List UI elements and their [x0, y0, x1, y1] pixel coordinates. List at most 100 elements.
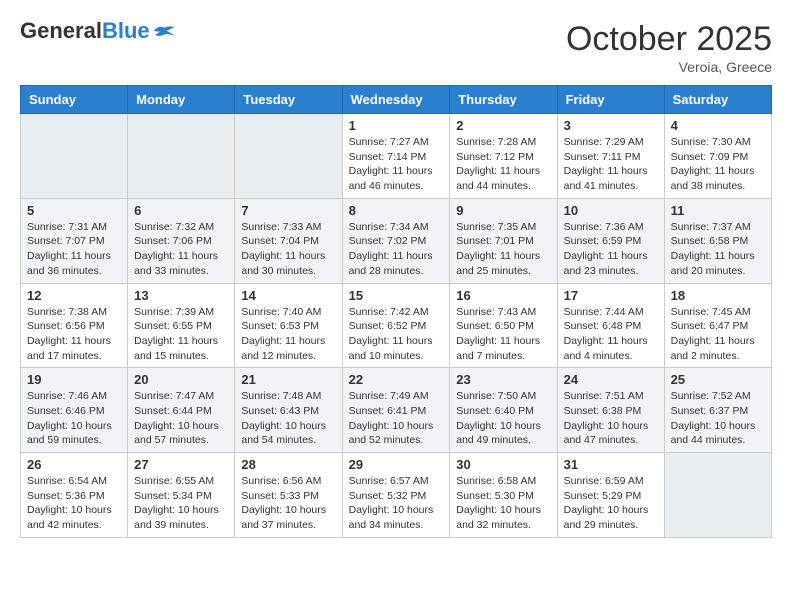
day-number: 8 — [349, 203, 444, 218]
calendar-cell: 10 Sunrise: 7:36 AM Sunset: 6:59 PM Dayli… — [557, 198, 664, 283]
calendar-cell: 4 Sunrise: 7:30 AM Sunset: 7:09 PM Daylig… — [664, 114, 771, 199]
calendar-week-5: 26 Sunrise: 6:54 AM Sunset: 5:36 PM Dayli… — [21, 453, 772, 538]
day-number: 2 — [456, 118, 550, 133]
calendar-cell: 2 Sunrise: 7:28 AM Sunset: 7:12 PM Daylig… — [450, 114, 557, 199]
calendar-cell: 26 Sunrise: 6:54 AM Sunset: 5:36 PM Dayli… — [21, 453, 128, 538]
day-number: 13 — [134, 288, 228, 303]
weekday-header-thursday: Thursday — [450, 86, 557, 114]
weekday-header-friday: Friday — [557, 86, 664, 114]
day-number: 11 — [671, 203, 765, 218]
calendar-cell: 7Sunrise: 7:33 AM Sunset: 7:04 PM Daylig… — [235, 198, 342, 283]
calendar-cell: 16Sunrise: 7:43 AM Sunset: 6:50 PM Dayli… — [450, 283, 557, 368]
logo-text: GeneralBlue — [20, 20, 150, 42]
calendar-cell: 8 Sunrise: 7:34 AM Sunset: 7:02 PM Daylig… — [342, 198, 450, 283]
calendar-cell: 1 Sunrise: 7:27 AM Sunset: 7:14 PM Daylig… — [342, 114, 450, 199]
day-number: 22 — [349, 372, 444, 387]
calendar-cell: 19 Sunrise: 7:46 AM Sunset: 6:46 PM Dayli… — [21, 368, 128, 453]
day-info: Sunrise: 7:42 AM Sunset: 6:52 PM Dayligh… — [349, 305, 444, 364]
day-info: Sunrise: 7:44 AM Sunset: 6:48 PM Dayligh… — [564, 305, 658, 364]
calendar-cell — [235, 114, 342, 199]
day-number: 18 — [671, 288, 765, 303]
calendar-cell: 17 Sunrise: 7:44 AM Sunset: 6:48 PM Dayli… — [557, 283, 664, 368]
day-info: Sunrise: 7:30 AM Sunset: 7:09 PM Dayligh… — [671, 135, 765, 194]
logo: GeneralBlue — [20, 20, 176, 42]
day-info: Sunrise: 7:35 AM Sunset: 7:01 PM Dayligh… — [456, 220, 550, 279]
day-info: Sunrise: 7:40 AM Sunset: 6:53 PM Dayligh… — [241, 305, 335, 364]
calendar-cell: 20Sunrise: 7:47 AM Sunset: 6:44 PM Dayli… — [128, 368, 235, 453]
day-info: Sunrise: 7:32 AM Sunset: 7:06 PM Dayligh… — [134, 220, 228, 279]
calendar-cell: 27Sunrise: 6:55 AM Sunset: 5:34 PM Dayli… — [128, 453, 235, 538]
calendar-table: SundayMondayTuesdayWednesdayThursdayFrid… — [20, 85, 772, 538]
weekday-header-row: SundayMondayTuesdayWednesdayThursdayFrid… — [21, 86, 772, 114]
day-info: Sunrise: 7:27 AM Sunset: 7:14 PM Dayligh… — [349, 135, 444, 194]
day-number: 17 — [564, 288, 658, 303]
day-info: Sunrise: 7:52 AM Sunset: 6:37 PM Dayligh… — [671, 389, 765, 448]
day-number: 26 — [27, 457, 121, 472]
day-info: Sunrise: 6:57 AM Sunset: 5:32 PM Dayligh… — [349, 474, 444, 533]
day-number: 19 — [27, 372, 121, 387]
day-number: 28 — [241, 457, 335, 472]
day-info: Sunrise: 7:39 AM Sunset: 6:55 PM Dayligh… — [134, 305, 228, 364]
weekday-header-tuesday: Tuesday — [235, 86, 342, 114]
calendar-cell: 14Sunrise: 7:40 AM Sunset: 6:53 PM Dayli… — [235, 283, 342, 368]
calendar-cell: 9 Sunrise: 7:35 AM Sunset: 7:01 PM Daylig… — [450, 198, 557, 283]
day-info: Sunrise: 6:59 AM Sunset: 5:29 PM Dayligh… — [564, 474, 658, 533]
day-number: 24 — [564, 372, 658, 387]
day-number: 3 — [564, 118, 658, 133]
day-number: 5 — [27, 203, 121, 218]
day-info: Sunrise: 7:37 AM Sunset: 6:58 PM Dayligh… — [671, 220, 765, 279]
logo-blue: Blue — [102, 18, 150, 43]
calendar-cell: 12Sunrise: 7:38 AM Sunset: 6:56 PM Dayli… — [21, 283, 128, 368]
day-number: 6 — [134, 203, 228, 218]
day-number: 10 — [564, 203, 658, 218]
day-number: 1 — [349, 118, 444, 133]
calendar-cell: 25 Sunrise: 7:52 AM Sunset: 6:37 PM Dayli… — [664, 368, 771, 453]
day-number: 29 — [349, 457, 444, 472]
day-info: Sunrise: 6:54 AM Sunset: 5:36 PM Dayligh… — [27, 474, 121, 533]
weekday-header-sunday: Sunday — [21, 86, 128, 114]
weekday-header-saturday: Saturday — [664, 86, 771, 114]
calendar-cell — [21, 114, 128, 199]
day-number: 4 — [671, 118, 765, 133]
calendar-cell: 28 Sunrise: 6:56 AM Sunset: 5:33 PM Dayli… — [235, 453, 342, 538]
month-title: October 2025 — [566, 20, 772, 59]
day-info: Sunrise: 7:28 AM Sunset: 7:12 PM Dayligh… — [456, 135, 550, 194]
weekday-header-wednesday: Wednesday — [342, 86, 450, 114]
day-info: Sunrise: 7:34 AM Sunset: 7:02 PM Dayligh… — [349, 220, 444, 279]
page-header: GeneralBlue October 2025 Veroia, Greece — [20, 20, 772, 75]
calendar-cell: 3Sunrise: 7:29 AM Sunset: 7:11 PM Daylig… — [557, 114, 664, 199]
day-info: Sunrise: 7:49 AM Sunset: 6:41 PM Dayligh… — [349, 389, 444, 448]
day-number: 31 — [564, 457, 658, 472]
calendar-cell — [664, 453, 771, 538]
logo-general: General — [20, 18, 102, 43]
calendar-cell — [128, 114, 235, 199]
day-number: 9 — [456, 203, 550, 218]
day-info: Sunrise: 7:46 AM Sunset: 6:46 PM Dayligh… — [27, 389, 121, 448]
day-info: Sunrise: 7:47 AM Sunset: 6:44 PM Dayligh… — [134, 389, 228, 448]
day-number: 30 — [456, 457, 550, 472]
calendar-cell: 5 Sunrise: 7:31 AM Sunset: 7:07 PM Daylig… — [21, 198, 128, 283]
calendar-cell: 6 Sunrise: 7:32 AM Sunset: 7:06 PM Daylig… — [128, 198, 235, 283]
location: Veroia, Greece — [566, 59, 772, 75]
calendar-cell: 11 Sunrise: 7:37 AM Sunset: 6:58 PM Dayli… — [664, 198, 771, 283]
calendar-cell: 30 Sunrise: 6:58 AM Sunset: 5:30 PM Dayli… — [450, 453, 557, 538]
day-info: Sunrise: 6:56 AM Sunset: 5:33 PM Dayligh… — [241, 474, 335, 533]
calendar-cell: 29 Sunrise: 6:57 AM Sunset: 5:32 PM Dayli… — [342, 453, 450, 538]
day-info: Sunrise: 7:33 AM Sunset: 7:04 PM Dayligh… — [241, 220, 335, 279]
weekday-header-monday: Monday — [128, 86, 235, 114]
calendar-cell: 31 Sunrise: 6:59 AM Sunset: 5:29 PM Dayli… — [557, 453, 664, 538]
day-number: 23 — [456, 372, 550, 387]
calendar-week-4: 19 Sunrise: 7:46 AM Sunset: 6:46 PM Dayli… — [21, 368, 772, 453]
day-info: Sunrise: 7:48 AM Sunset: 6:43 PM Dayligh… — [241, 389, 335, 448]
day-info: Sunrise: 6:55 AM Sunset: 5:34 PM Dayligh… — [134, 474, 228, 533]
day-number: 21 — [241, 372, 335, 387]
day-number: 25 — [671, 372, 765, 387]
day-info: Sunrise: 7:50 AM Sunset: 6:40 PM Dayligh… — [456, 389, 550, 448]
day-info: Sunrise: 7:43 AM Sunset: 6:50 PM Dayligh… — [456, 305, 550, 364]
day-number: 15 — [349, 288, 444, 303]
calendar-cell: 24Sunrise: 7:51 AM Sunset: 6:38 PM Dayli… — [557, 368, 664, 453]
day-info: Sunrise: 7:31 AM Sunset: 7:07 PM Dayligh… — [27, 220, 121, 279]
calendar-week-2: 5 Sunrise: 7:31 AM Sunset: 7:07 PM Daylig… — [21, 198, 772, 283]
day-info: Sunrise: 7:36 AM Sunset: 6:59 PM Dayligh… — [564, 220, 658, 279]
day-info: Sunrise: 6:58 AM Sunset: 5:30 PM Dayligh… — [456, 474, 550, 533]
